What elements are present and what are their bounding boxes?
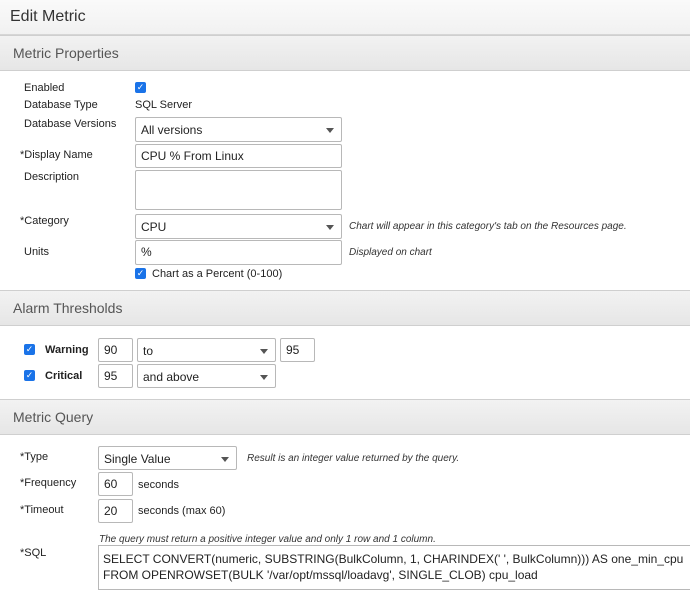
units-note: Displayed on chart xyxy=(349,247,432,258)
section-title: Metric Properties xyxy=(13,45,119,61)
critical-label: Critical xyxy=(45,370,83,382)
type-select[interactable]: Single Value xyxy=(98,446,237,470)
timeout-unit: seconds (max 60) xyxy=(138,505,226,517)
sql-note: The query must return a positive integer… xyxy=(99,534,436,545)
database-versions-select[interactable]: All versions xyxy=(135,117,342,142)
database-type-value: SQL Server xyxy=(135,99,193,111)
section-title: Alarm Thresholds xyxy=(13,300,123,316)
type-label: *Type xyxy=(20,451,49,463)
sql-label: *SQL xyxy=(20,547,47,559)
chevron-down-icon xyxy=(260,349,268,354)
frequency-input[interactable]: 60 xyxy=(98,472,133,496)
sql-textarea[interactable]: SELECT CONVERT(numeric, SUBSTRING(BulkCo… xyxy=(98,545,690,590)
timeout-label: *Timeout xyxy=(20,504,64,516)
warning-label: Warning xyxy=(45,344,89,356)
description-textarea[interactable] xyxy=(135,170,342,210)
critical-operator-value: and above xyxy=(143,370,200,384)
timeout-input[interactable]: 20 xyxy=(98,499,133,523)
database-versions-label: Database Versions xyxy=(24,118,117,130)
frequency-unit: seconds xyxy=(138,479,179,491)
description-label: Description xyxy=(24,171,80,183)
chevron-down-icon xyxy=(326,128,334,133)
units-input[interactable]: % xyxy=(135,240,342,265)
section-title: Metric Query xyxy=(13,409,94,425)
chevron-down-icon xyxy=(326,225,334,230)
section-alarm-thresholds: Alarm Thresholds xyxy=(0,290,690,326)
enabled-label: Enabled xyxy=(24,82,65,94)
dialog-title: Edit Metric xyxy=(10,8,86,25)
section-metric-properties: Metric Properties xyxy=(0,35,690,71)
chart-percent-checkbox[interactable]: ✓ xyxy=(135,268,146,279)
critical-operator-select[interactable]: and above xyxy=(137,364,276,388)
critical-checkbox[interactable]: ✓ xyxy=(24,370,35,381)
category-select[interactable]: CPU xyxy=(135,214,342,239)
chevron-down-icon xyxy=(260,375,268,380)
type-note: Result is an integer value returned by t… xyxy=(247,453,460,464)
database-versions-value: All versions xyxy=(141,123,203,137)
type-value: Single Value xyxy=(104,452,171,466)
warning-checkbox[interactable]: ✓ xyxy=(24,344,35,355)
warning-operator-value: to xyxy=(143,344,154,358)
sql-line: FROM OPENROWSET(BULK '/var/opt/mssql/loa… xyxy=(103,568,538,582)
warning-operator-select[interactable]: to xyxy=(137,338,276,362)
category-value: CPU xyxy=(141,220,167,234)
frequency-label: *Frequency xyxy=(20,477,77,489)
units-label: Units xyxy=(24,246,50,258)
dialog-title-bar: Edit Metric xyxy=(0,0,690,35)
category-label: *Category xyxy=(20,215,69,227)
critical-value-input[interactable]: 95 xyxy=(98,364,133,388)
category-note: Chart will appear in this category's tab… xyxy=(349,221,627,232)
section-metric-query: Metric Query xyxy=(0,399,690,435)
display-name-input[interactable]: CPU % From Linux xyxy=(135,144,342,168)
database-type-label: Database Type xyxy=(24,99,98,111)
warning-value-input[interactable]: 90 xyxy=(98,338,133,362)
warning-value2-input[interactable]: 95 xyxy=(280,338,315,362)
chart-percent-label: Chart as a Percent (0-100) xyxy=(152,268,283,280)
display-name-label: *Display Name xyxy=(20,149,93,161)
sql-line: SELECT CONVERT(numeric, SUBSTRING(BulkCo… xyxy=(103,552,684,566)
chevron-down-icon xyxy=(221,457,229,462)
enabled-checkbox[interactable]: ✓ xyxy=(135,82,146,93)
